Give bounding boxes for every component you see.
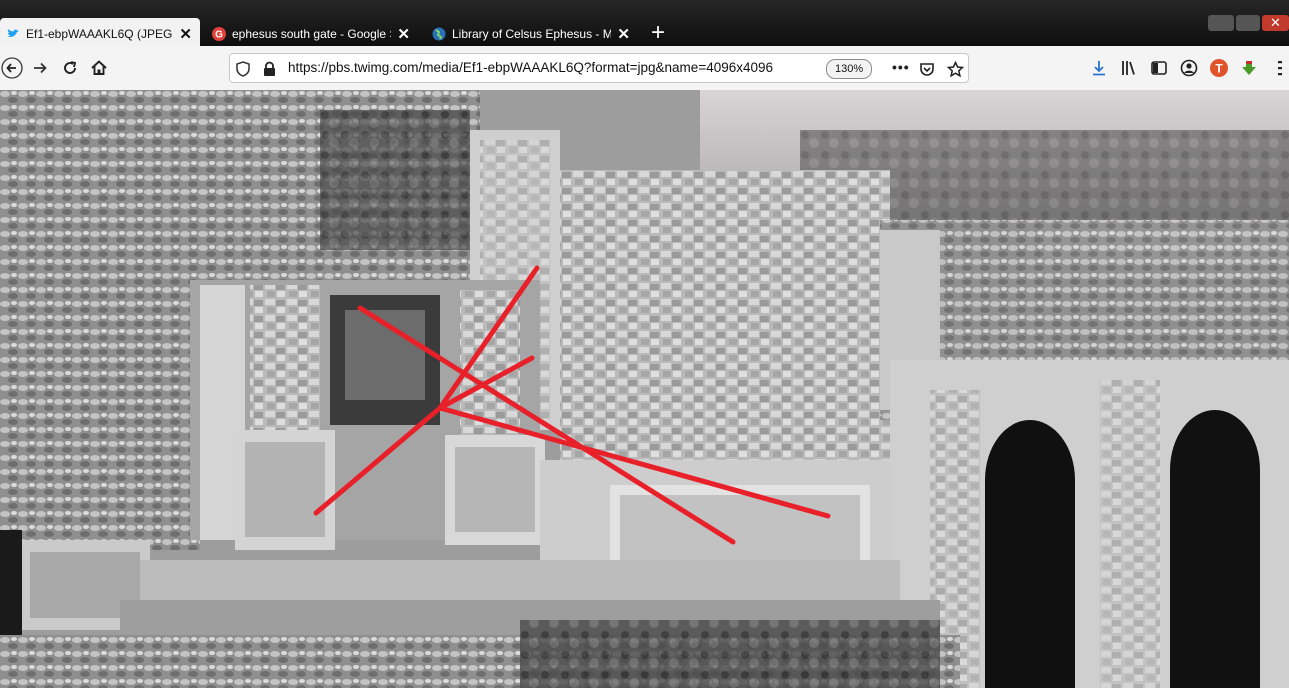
close-tab-icon[interactable]: ✕ [617,27,630,42]
addon-download-button[interactable] [1238,57,1260,79]
globe-icon [432,27,446,41]
close-tab-icon[interactable]: ✕ [397,27,410,42]
pocket-icon[interactable] [918,60,936,78]
bookmark-star-icon[interactable] [946,60,964,78]
ruins-photo [0,90,1289,688]
library-button[interactable] [1118,57,1140,79]
twitter-bird-icon [7,29,19,37]
new-tab-button[interactable]: + [646,18,670,48]
navigation-toolbar: https://pbs.twimg.com/media/Ef1-ebpWAAAK… [0,46,1289,91]
close-tab-icon[interactable]: ✕ [179,27,192,42]
google-icon: G [212,27,226,41]
tab-strip: Ef1-ebpWAAAKL6Q (JPEG Imag ✕ G ephesus s… [0,0,1289,50]
forward-arrow-icon [34,62,47,74]
account-avatar-icon [1180,59,1198,77]
address-bar[interactable]: https://pbs.twimg.com/media/Ef1-ebpWAAAK… [229,53,969,83]
kebab-menu-icon [1278,61,1282,76]
reload-button[interactable] [58,56,82,80]
forward-button[interactable] [28,56,52,80]
reload-icon [64,61,77,74]
close-window-button[interactable]: ✕ [1262,15,1289,31]
home-button[interactable] [87,56,111,80]
download-arrow-icon [1093,61,1105,76]
tab-label: Ef1-ebpWAAAKL6Q (JPEG Imag [26,27,173,41]
zoom-level-button[interactable]: 130% [826,59,873,79]
home-icon [91,60,107,75]
back-button[interactable] [0,56,24,80]
padlock-icon[interactable] [260,60,278,78]
library-icon [1122,61,1135,75]
maximize-window-button[interactable] [1236,15,1260,31]
svg-text:T: T [1215,62,1223,76]
url-text: https://pbs.twimg.com/media/Ef1-ebpWAAAK… [288,60,774,75]
image-viewer [0,90,1289,688]
addon-t-button[interactable]: T [1208,57,1230,79]
tab-label: ephesus south gate - Google S [232,27,392,41]
account-button[interactable] [1178,57,1200,79]
sidebar-button[interactable] [1148,57,1170,79]
green-arrow-addon-icon [1242,61,1256,75]
orange-t-addon-icon: T [1210,59,1228,77]
tracking-protection-shield-icon[interactable] [234,60,252,78]
page-actions-menu-icon[interactable]: ••• [892,59,910,75]
downloads-button[interactable] [1088,57,1110,79]
menu-button[interactable] [1274,57,1286,79]
back-arrow-icon [1,57,23,79]
sidebar-icon [1151,61,1167,75]
svg-text:G: G [215,30,223,41]
tab-label: Library of Celsus Ephesus - My [452,27,612,41]
minimize-window-button[interactable] [1208,15,1234,31]
